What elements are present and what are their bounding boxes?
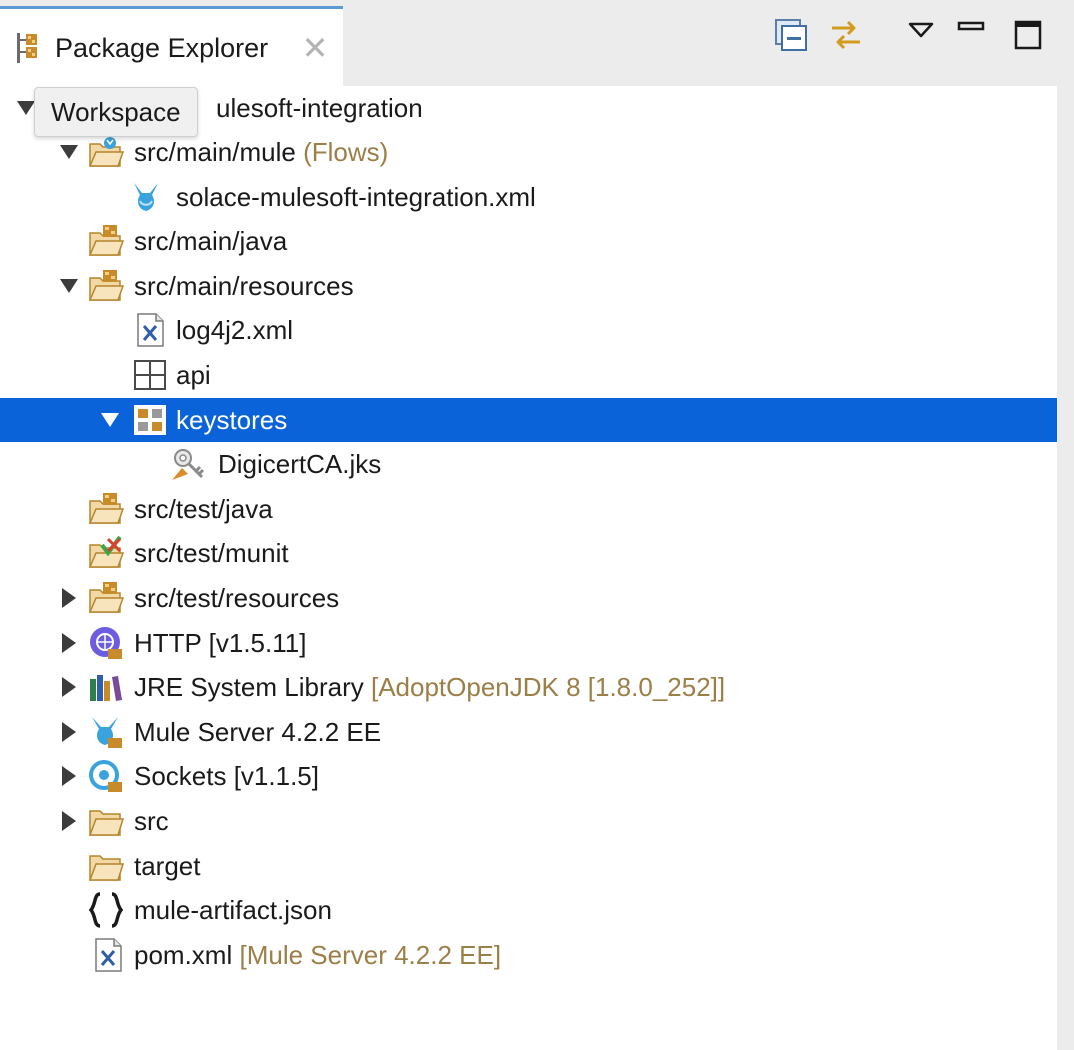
munit-folder-icon [88,535,124,568]
file-label: log4j2.xml [176,315,294,345]
folder-label: target [134,851,201,881]
project-label: ulesoft-integration [216,93,423,123]
source-folder-icon [88,225,124,256]
tree-item-src-test-resources[interactable]: src/test/resources [0,576,1057,620]
expand-arrow-icon[interactable] [57,621,81,665]
link-with-editor-icon[interactable] [826,14,866,58]
close-icon[interactable]: ✕ [300,31,330,65]
tree-item-artifact-json[interactable]: mule-artifact.json [0,888,1057,932]
folder-label: keystores [176,405,288,435]
file-label: pom.xml [Mule Server 4.2.2 EE] [134,940,502,970]
expand-arrow-icon[interactable] [57,576,81,620]
tree-item-src-main-java[interactable]: src/main/java [0,219,1057,263]
maximize-icon[interactable] [1008,14,1048,58]
library-label: Mule Server 4.2.2 EE [134,717,382,747]
file-label: solace-mulesoft-integration.xml [176,182,536,212]
tree-item-keystore-file[interactable]: DigicertCA.jks [0,442,1057,486]
tree-item-keystores[interactable]: keystores [0,398,1057,442]
folder-decoration: (Flows) [303,137,389,167]
mule-flow-file-icon [134,183,158,211]
expand-arrow-icon[interactable] [57,710,81,754]
minimize-icon[interactable] [950,14,990,58]
collapse-arrow-icon[interactable] [98,398,122,442]
folder-label: api [176,360,211,390]
source-folder-icon [88,493,124,524]
tree-item-api[interactable]: api [0,353,1057,397]
expand-arrow-icon[interactable] [57,799,81,843]
tree-item-pom[interactable]: pom.xml [Mule Server 4.2.2 EE] [0,933,1057,977]
package-icon [134,405,166,435]
tab-title: Package Explorer [55,33,269,63]
package-tree[interactable]: ulesoft-integration src/main/mule (Flows… [0,86,1057,1050]
view-menu-icon[interactable] [902,14,942,58]
package-explorer-icon [17,33,37,63]
keystore-file-icon [172,449,205,480]
tree-item-src-main-resources[interactable]: src/main/resources [0,264,1057,308]
tree-item-http-connector[interactable]: HTTP [v1.5.11] [0,621,1057,665]
tree-item-target[interactable]: target [0,844,1057,888]
tree-item-sockets-connector[interactable]: Sockets [v1.1.5] [0,754,1057,798]
file-decoration: [Mule Server 4.2.2 EE] [239,940,502,970]
view-header: Package Explorer ✕ [0,0,1074,86]
scrollbar-track[interactable] [1057,86,1074,1050]
folder-label: src/main/java [134,226,288,256]
folder-icon [88,855,124,881]
folder-label: src [134,806,169,836]
mule-runtime-icon [92,717,122,748]
file-label: mule-artifact.json [134,895,332,925]
source-folder-icon [88,270,124,301]
package-icon [134,360,166,390]
tree-item-src-test-munit[interactable]: src/test/munit [0,531,1057,575]
mule-source-folder-icon [88,137,124,167]
library-label: Sockets [v1.1.5] [134,761,319,791]
tree-item-log4j2[interactable]: log4j2.xml [0,308,1057,352]
globe-connector-icon [90,627,122,659]
folder-label: src/main/resources [134,271,354,301]
sockets-connector-icon [89,760,122,792]
collapse-arrow-icon[interactable] [57,264,81,308]
collapse-all-icon[interactable] [772,14,812,58]
library-label: JRE System Library [AdoptOpenJDK 8 [1.8.… [134,672,726,702]
folder-icon [88,810,124,836]
library-label: HTTP [v1.5.11] [134,628,307,658]
tree-item-jre-library[interactable]: JRE System Library [AdoptOpenJDK 8 [1.8.… [0,665,1057,709]
tab-package-explorer[interactable]: Package Explorer ✕ [0,6,343,86]
json-file-icon [88,892,124,928]
expand-arrow-icon[interactable] [57,665,81,709]
tree-item-mule-server[interactable]: Mule Server 4.2.2 EE [0,710,1057,754]
expand-arrow-icon[interactable] [57,754,81,798]
file-label: DigicertCA.jks [218,449,382,479]
source-folder-icon [88,582,124,613]
folder-label: src/test/munit [134,538,289,568]
tree-item-flow-file[interactable]: solace-mulesoft-integration.xml [0,175,1057,219]
xml-file-icon [137,313,164,347]
tree-item-src[interactable]: src [0,799,1057,843]
workspace-tooltip: Workspace [34,87,198,137]
folder-label: src/test/java [134,494,273,524]
library-decoration: [AdoptOpenJDK 8 [1.8.0_252]] [370,672,726,702]
library-books-icon [90,675,122,701]
folder-label: src/test/resources [134,583,340,613]
xml-file-icon [95,938,122,972]
tree-item-src-test-java[interactable]: src/test/java [0,487,1057,531]
